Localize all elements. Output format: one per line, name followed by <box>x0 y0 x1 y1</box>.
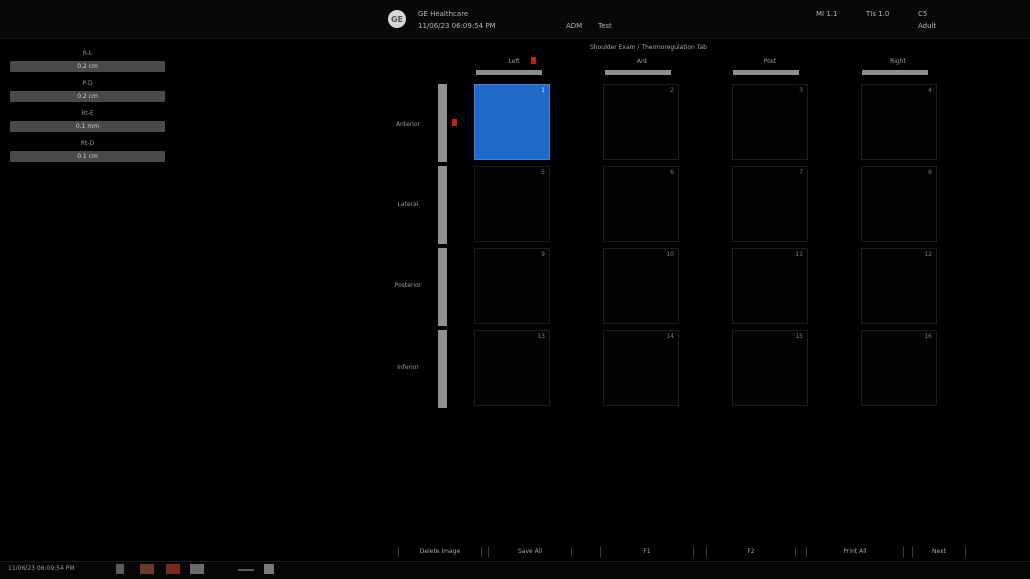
cell-number: 16 <box>924 333 932 340</box>
disk-icon <box>116 564 124 574</box>
grid-cell[interactable]: 5 <box>474 166 550 242</box>
row-bar[interactable] <box>438 330 447 408</box>
left-field-value[interactable]: 0.1 mm <box>10 121 165 132</box>
grid-title: Shoulder Exam / Thermoregulation Tab <box>590 44 707 51</box>
keyboard-icon <box>264 564 274 574</box>
header-datetime: 11/06/23 06:09:54 PM <box>418 22 496 30</box>
grid-cell[interactable]: 10 <box>603 248 679 324</box>
left-field-label: Rt-D <box>80 140 95 147</box>
grid-cell[interactable]: 4 <box>861 84 937 160</box>
grid-cell[interactable]: 15 <box>732 330 808 406</box>
row-bar[interactable] <box>438 84 447 162</box>
printer-icon <box>166 564 180 574</box>
cell-number: 3 <box>799 87 803 94</box>
status-datetime: 11/06/23 06:09:54 PM <box>8 565 75 572</box>
next-button[interactable]: Next <box>912 547 966 557</box>
cell-number: 11 <box>795 251 803 258</box>
f1-button[interactable]: F1 <box>600 547 694 557</box>
column-header-right: Right <box>890 58 906 65</box>
patient-type: Adult <box>918 22 937 30</box>
column-header-post: Post <box>763 58 777 65</box>
cell-number: 15 <box>795 333 803 340</box>
row-label-inferior: Inferior <box>397 364 419 371</box>
cell-number: 10 <box>666 251 674 258</box>
cell-number: 5 <box>541 169 545 176</box>
column-header-ant: Ant <box>636 58 648 65</box>
cell-number: 7 <box>799 169 803 176</box>
top-header <box>0 0 1030 39</box>
grid-cell[interactable]: 11 <box>732 248 808 324</box>
left-field-value[interactable]: 0.1 cm <box>10 151 165 162</box>
network-icon <box>140 564 154 574</box>
ge-logo-icon: GE <box>388 10 406 28</box>
company-name: GE Healthcare <box>418 10 469 18</box>
column-bar[interactable] <box>862 70 928 75</box>
column-header-left: Left <box>508 58 520 65</box>
grid-cell[interactable]: 9 <box>474 248 550 324</box>
mi-readout: MI 1.1 <box>816 10 838 18</box>
probe-label: ADM <box>566 22 583 30</box>
row-marker-icon <box>452 119 457 126</box>
probe-icon <box>190 564 204 574</box>
left-field-label: R-L <box>82 50 93 57</box>
delete-image-button[interactable]: Delete Image <box>398 547 482 557</box>
probe-value: Test <box>598 22 612 30</box>
row-label-lateral: Lateral <box>397 201 419 208</box>
column-bar[interactable] <box>476 70 542 75</box>
grid-cell[interactable]: 7 <box>732 166 808 242</box>
left-field-label: P-D <box>82 80 93 87</box>
column-marker-icon <box>531 57 536 64</box>
cell-number: 9 <box>541 251 545 258</box>
cell-number: 2 <box>670 87 674 94</box>
probe-mode: C5 <box>918 10 928 18</box>
grid-cell-selected[interactable]: 1 <box>474 84 550 160</box>
left-field-value[interactable]: 0.2 cm <box>10 91 165 102</box>
save-all-button[interactable]: Save All <box>488 547 572 557</box>
column-bar[interactable] <box>733 70 799 75</box>
tis-readout: TIs 1.0 <box>866 10 890 18</box>
cell-number: 1 <box>541 87 545 94</box>
grid-cell[interactable]: 6 <box>603 166 679 242</box>
row-label-posterior: Posterior <box>394 282 422 289</box>
row-label-anterior: Anterior <box>395 121 421 128</box>
cell-number: 14 <box>666 333 674 340</box>
row-bar[interactable] <box>438 248 447 326</box>
f2-button[interactable]: F2 <box>706 547 796 557</box>
grid-cell[interactable]: 3 <box>732 84 808 160</box>
grid-cell[interactable]: 13 <box>474 330 550 406</box>
row-bar[interactable] <box>438 166 447 244</box>
left-field-value[interactable]: 0.2 cm <box>10 61 165 72</box>
grid-cell[interactable]: 8 <box>861 166 937 242</box>
grid-cell[interactable]: 12 <box>861 248 937 324</box>
grid-cell[interactable]: 2 <box>603 84 679 160</box>
status-bar <box>0 561 1030 579</box>
cell-number: 13 <box>537 333 545 340</box>
cell-number: 6 <box>670 169 674 176</box>
cell-number: 4 <box>928 87 932 94</box>
grid-cell[interactable]: 14 <box>603 330 679 406</box>
print-all-button[interactable]: Print All <box>806 547 904 557</box>
column-bar[interactable] <box>605 70 671 75</box>
cell-number: 8 <box>928 169 932 176</box>
separator-icon <box>238 569 254 571</box>
cell-number: 12 <box>924 251 932 258</box>
left-field-label: Rt-E <box>81 110 94 117</box>
grid-cell[interactable]: 16 <box>861 330 937 406</box>
